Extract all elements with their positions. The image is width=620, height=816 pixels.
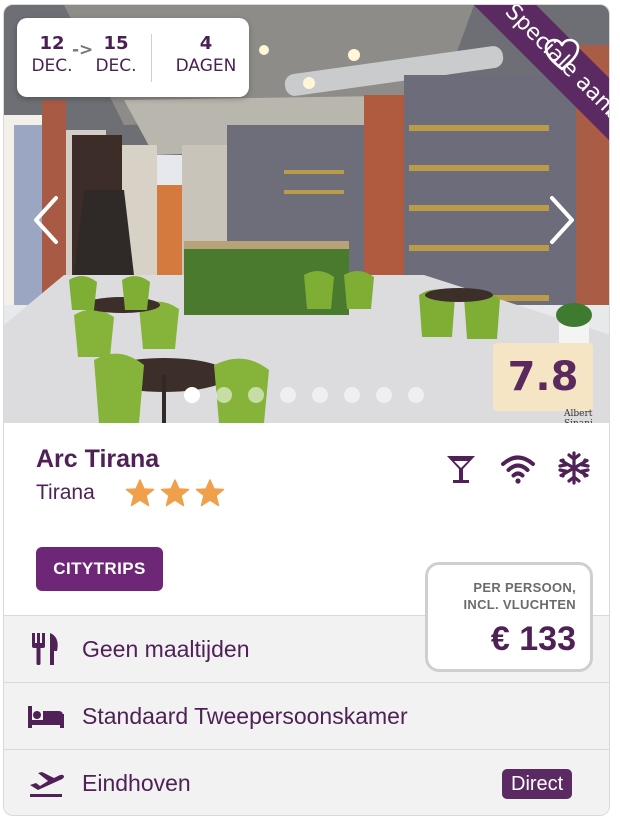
price-box[interactable]: PER PERSOON, INCL. VLUCHTEN € 133 (425, 562, 593, 672)
carousel-dot[interactable] (280, 387, 296, 403)
photo-credit: Albert Sinani (564, 409, 593, 423)
travel-dates-box: 12 DEC. -> 15 DEC. 4 DAGEN (17, 18, 249, 97)
date-divider (151, 34, 152, 82)
carousel-dot[interactable] (408, 387, 424, 403)
days-label: DAGEN (175, 56, 237, 76)
bar-icon (447, 456, 475, 483)
category-tag-citytrips[interactable]: CITYTRIPS (36, 547, 163, 591)
hotel-card[interactable]: 12 DEC. -> 15 DEC. 4 DAGEN Speciale aanb… (3, 4, 610, 816)
bed-icon (28, 706, 64, 728)
star-icon (125, 479, 155, 507)
plane-departure-icon (30, 772, 64, 797)
cutlery-icon (32, 633, 58, 665)
return-date: 15 DEC. (91, 33, 141, 77)
special-offer-ribbon: Speciale aanbieding (421, 5, 609, 195)
heart-icon[interactable] (544, 38, 580, 72)
price-label-line2: INCL. VLUCHTEN (463, 597, 576, 612)
star-icon (195, 479, 225, 507)
price-value: € 133 (490, 620, 576, 658)
carousel-dot[interactable] (344, 387, 360, 403)
departure-day: 12 (39, 33, 65, 54)
carousel-dot[interactable] (184, 387, 200, 403)
carousel-dot[interactable] (312, 387, 328, 403)
hotel-photo-carousel[interactable]: 12 DEC. -> 15 DEC. 4 DAGEN Speciale aanb… (4, 5, 609, 423)
return-day: 15 (103, 33, 129, 54)
chevron-right-icon[interactable] (540, 190, 580, 250)
direct-flight-badge: Direct (502, 769, 573, 799)
price-label: PER PERSOON, INCL. VLUCHTEN (463, 579, 576, 613)
price-label-line1: PER PERSOON, (473, 580, 576, 595)
special-offer-label: Speciale aanbieding (465, 5, 609, 195)
carousel-dot[interactable] (376, 387, 392, 403)
chevron-left-icon[interactable] (28, 190, 68, 250)
wifi-icon (501, 455, 535, 484)
departure-date: 12 DEC. (27, 33, 77, 77)
carousel-dot[interactable] (216, 387, 232, 403)
hotel-name[interactable]: Arc Tirana (36, 445, 159, 474)
departure-airport: Eindhoven (82, 770, 191, 796)
star-icon (160, 479, 190, 507)
trip-duration: 4 DAGEN (167, 33, 245, 77)
hotel-city: Tirana (36, 481, 95, 504)
airco-icon (558, 451, 590, 485)
flight-row: Eindhoven Direct (4, 749, 609, 815)
days-count: 4 (199, 33, 213, 54)
room-row: Standaard Tweepersoonskamer (4, 682, 609, 749)
meals-text: Geen maaltijden (82, 636, 250, 662)
departure-month: DEC. (31, 56, 73, 76)
room-text: Standaard Tweepersoonskamer (82, 703, 408, 729)
review-score: 7.8 (493, 343, 593, 411)
carousel-dot[interactable] (248, 387, 264, 403)
return-month: DEC. (95, 56, 137, 76)
